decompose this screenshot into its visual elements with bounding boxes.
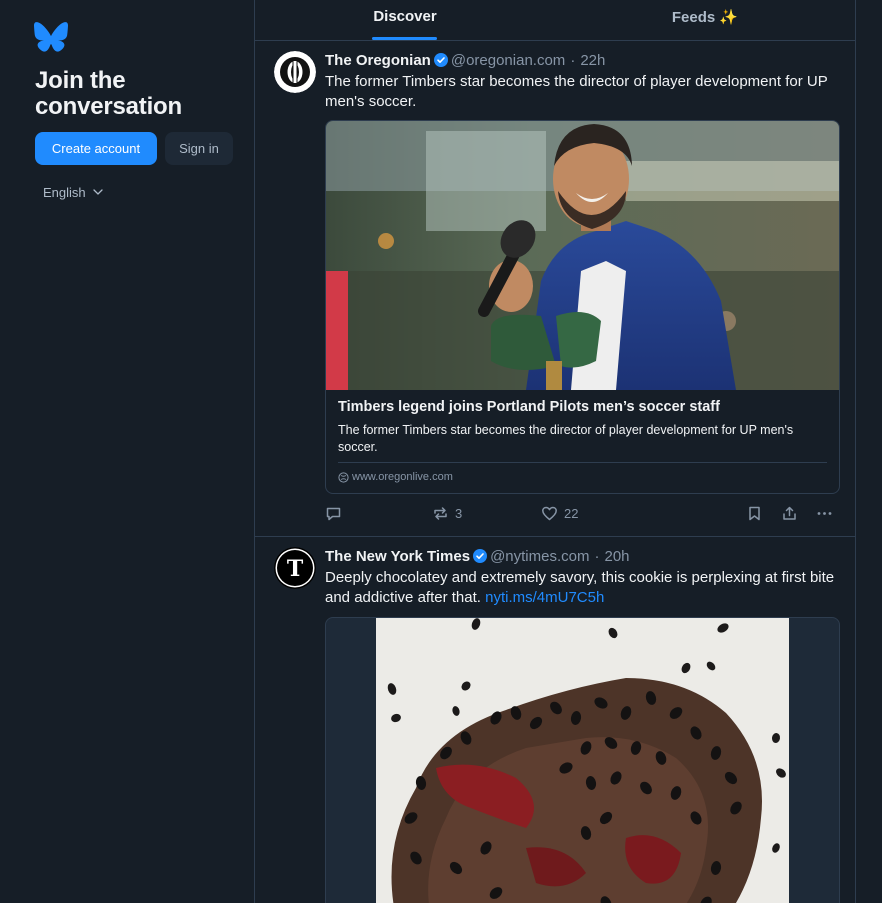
image-embed[interactable]	[325, 617, 840, 903]
separator-dot: ·	[570, 51, 576, 69]
repost-count: 3	[455, 505, 463, 521]
svg-text:T: T	[287, 556, 304, 582]
left-sidebar: Join the conversation Create account Sig…	[0, 0, 255, 903]
tab-discover[interactable]: Discover	[355, 0, 455, 40]
post-text: Deeply chocolatey and extremely savory, …	[325, 568, 845, 608]
feed-column: Discover Feeds ✨ The Oregonian @oregonia…	[254, 0, 856, 903]
oregonian-logo-icon	[274, 51, 316, 93]
feed-post[interactable]: T The New York Times @nytimes.com · 20h …	[255, 537, 855, 903]
create-account-button[interactable]: Create account	[35, 132, 157, 165]
repost-button[interactable]: 3	[432, 503, 462, 523]
like-button[interactable]: 22	[541, 503, 578, 523]
feed-post[interactable]: The Oregonian @oregonian.com · 22h The f…	[255, 41, 855, 537]
bookmark-icon	[749, 506, 760, 520]
heart-icon	[542, 506, 557, 520]
globe-icon	[338, 471, 349, 483]
active-tab-indicator	[372, 37, 437, 40]
link-embed-card[interactable]: Timbers legend joins Portland Pilots men…	[325, 120, 840, 494]
language-label: English	[43, 184, 86, 200]
verified-badge-icon	[433, 53, 448, 67]
tab-feeds[interactable]: Feeds ✨	[655, 0, 755, 40]
verified-badge-icon	[473, 549, 488, 563]
reply-icon	[326, 507, 341, 520]
share-icon	[783, 506, 796, 520]
post-time[interactable]: 20h	[604, 548, 629, 565]
reply-button[interactable]	[325, 503, 348, 523]
embed-domain-text: www.oregonlive.com	[352, 471, 453, 483]
post-time[interactable]: 22h	[580, 52, 605, 69]
embed-title: Timbers legend joins Portland Pilots men…	[338, 399, 720, 415]
repost-icon	[434, 506, 447, 520]
post-link[interactable]: nyti.ms/4mU7C5h	[485, 589, 604, 606]
embed-divider	[338, 462, 827, 463]
author-name[interactable]: The Oregonian	[325, 52, 431, 69]
author-name[interactable]: The New York Times	[325, 548, 470, 565]
butterfly-logo-icon[interactable]	[34, 22, 68, 52]
more-options-button[interactable]	[816, 503, 833, 523]
avatar[interactable]	[274, 51, 316, 93]
more-options-icon	[817, 511, 832, 515]
separator-dot: ·	[594, 547, 600, 565]
post-text: The former Timbers star becomes the dire…	[325, 73, 828, 110]
embed-description: The former Timbers star becomes the dire…	[338, 423, 794, 454]
chevron-down-icon	[92, 189, 103, 195]
author-handle[interactable]: @oregonian.com	[451, 52, 565, 69]
cookie-photo-image	[376, 618, 789, 903]
post-header: The Oregonian @oregonian.com · 22h	[325, 50, 845, 70]
share-button[interactable]	[781, 503, 798, 523]
sign-in-button[interactable]: Sign in	[165, 132, 233, 165]
post-actions: 3 22	[325, 503, 845, 523]
join-heading: Join the conversation	[35, 67, 182, 120]
language-selector[interactable]: English	[43, 183, 103, 201]
avatar[interactable]: T	[274, 547, 316, 589]
embed-thumbnail-image	[326, 121, 839, 390]
feed-tabs: Discover Feeds ✨	[255, 0, 855, 41]
like-count: 22	[564, 505, 579, 521]
post-header: The New York Times @nytimes.com · 20h	[325, 546, 845, 566]
embed-domain: www.oregonlive.com	[338, 470, 453, 484]
author-handle[interactable]: @nytimes.com	[490, 548, 589, 565]
nytimes-logo-icon: T	[274, 547, 316, 589]
bookmark-button[interactable]	[746, 503, 763, 523]
